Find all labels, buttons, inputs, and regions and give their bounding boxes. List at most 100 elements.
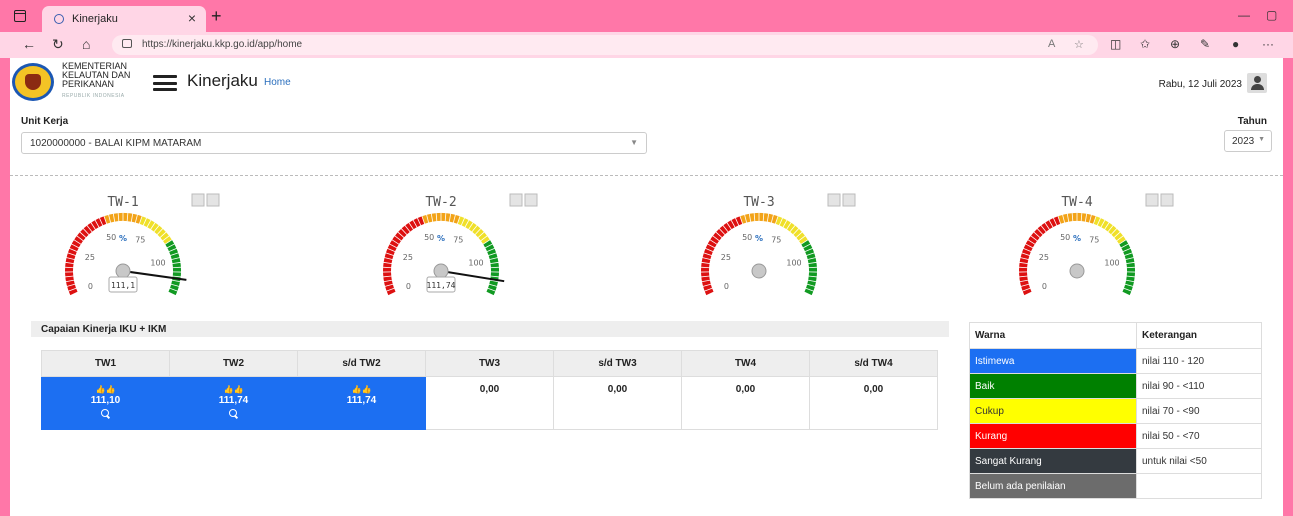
tab-title: Kinerjaku	[72, 13, 118, 25]
gauge-tick-label: 0	[406, 282, 411, 291]
gauge-tick-label: 50	[424, 233, 434, 242]
iku-value: 111,74	[218, 395, 249, 406]
back-icon[interactable]: ←	[22, 36, 36, 52]
iku-value: 0,00	[735, 384, 756, 395]
home-icon[interactable]: ⌂	[82, 36, 90, 52]
search-icon[interactable]	[101, 409, 110, 418]
profile-icon[interactable]: ●	[1232, 37, 1239, 51]
browser-tab[interactable]: Kinerjaku ×	[42, 6, 206, 32]
legend-description: untuk nilai <50	[1136, 448, 1262, 474]
color-legend-table: Warna Keterangan Istimewa nilai 110 - 120…	[969, 322, 1262, 499]
iku-cell: 0,00	[425, 376, 554, 430]
iku-column-header: TW1	[41, 350, 170, 377]
search-icon[interactable]	[229, 409, 238, 418]
download-icon	[1160, 193, 1174, 207]
print-icon	[509, 193, 523, 207]
iku-cell[interactable]: 👍👍 111,10	[41, 376, 170, 430]
gauge-tick-label: 75	[135, 235, 145, 244]
iku-value: 0,00	[607, 384, 628, 395]
gauge-tick-label: 50	[106, 233, 116, 242]
user-icon[interactable]	[1247, 73, 1267, 93]
gauge-tick-label: 100	[468, 259, 483, 268]
refresh-icon[interactable]: ↻	[52, 36, 64, 53]
gauge-pivot	[433, 263, 449, 279]
iku-value: 0,00	[479, 384, 500, 395]
gauge-tick-label: 75	[771, 235, 781, 244]
iku-column-header: s/d TW2	[297, 350, 426, 377]
legend-header-keterangan: Keterangan	[1136, 322, 1262, 349]
legend-color-swatch: Belum ada penilaian	[969, 473, 1137, 499]
print-icon	[827, 193, 841, 207]
gauge-unit: %	[755, 234, 763, 243]
iku-section-header: Capaian Kinerja IKU + IKM	[31, 321, 949, 337]
iku-cell: 0,00	[681, 376, 810, 430]
legend-color-swatch: Sangat Kurang	[969, 448, 1137, 474]
iku-value: 111,74	[346, 395, 377, 406]
gauge-tick-label: 0	[724, 282, 729, 291]
iku-cell: 0,00	[809, 376, 938, 430]
legend-description	[1136, 473, 1262, 499]
iku-cell: 👍👍 111,74	[297, 376, 426, 430]
legend-color-swatch: Istimewa	[969, 348, 1137, 374]
tahun-label: Tahun	[1237, 116, 1267, 127]
extensions-icon[interactable]: ✎	[1200, 37, 1210, 51]
legend-description: nilai 90 - <110	[1136, 373, 1262, 399]
restore-icon[interactable]: ▢	[1266, 8, 1277, 22]
tab-actions-icon[interactable]	[14, 10, 26, 22]
gauge-pivot	[115, 263, 131, 279]
iku-title: Capaian Kinerja IKU + IKM	[41, 324, 167, 335]
gauge-title: TW-2	[425, 195, 456, 210]
collections-icon[interactable]: ⊕	[1170, 37, 1180, 51]
unit-kerja-value: 1020000000 - BALAI KIPM MATARAM	[30, 138, 202, 149]
tahun-select[interactable]: 2023 ▼	[1224, 130, 1272, 152]
legend-description: nilai 110 - 120	[1136, 348, 1262, 374]
download-icon	[842, 193, 856, 207]
breadcrumb-home[interactable]: Home	[264, 77, 291, 88]
favorite-star-icon[interactable]: ☆	[1074, 38, 1084, 51]
new-tab-icon[interactable]: +	[211, 6, 222, 27]
iku-value: 0,00	[863, 384, 884, 395]
gauge-unit: %	[437, 234, 445, 243]
download-icon	[524, 193, 538, 207]
gauge-tick-label: 100	[1104, 259, 1119, 268]
unit-kerja-select[interactable]: 1020000000 - BALAI KIPM MATARAM ▼	[21, 132, 647, 154]
gauge-tick-label: 50	[1060, 233, 1070, 242]
more-icon[interactable]: ···	[1262, 37, 1274, 51]
section-divider	[10, 175, 1283, 176]
read-aloud-icon[interactable]: A	[1048, 38, 1055, 50]
minimize-icon[interactable]: —	[1238, 8, 1250, 22]
org-name: KEMENTERIAN KELAUTAN DAN PERIKANAN	[62, 61, 131, 89]
favorites-icon[interactable]: ✩	[1140, 37, 1150, 51]
current-date: Rabu, 12 Juli 2023	[1158, 79, 1242, 90]
gauge-pivot	[1069, 263, 1085, 279]
menu-toggle-icon[interactable]	[153, 75, 177, 91]
iku-cell[interactable]: 👍👍 111,74	[169, 376, 298, 430]
gauge-title: TW-3	[743, 195, 774, 210]
gauge-tick-label: 25	[721, 253, 731, 262]
browser-toolbar: ← ↻ ⌂ https://kinerjaku.kkp.go.id/app/ho…	[0, 32, 1293, 58]
iku-column-header: TW3	[425, 350, 554, 377]
legend-row: Baik nilai 90 - <110	[969, 373, 1262, 399]
iku-cell: 0,00	[553, 376, 682, 430]
browser-tab-bar: Kinerjaku × + — ▢	[0, 0, 1293, 32]
iku-column-header: TW4	[681, 350, 810, 377]
legend-color-swatch: Baik	[969, 373, 1137, 399]
gauge-readout: 111,74	[427, 281, 456, 290]
legend-row: Sangat Kurang untuk nilai <50	[969, 448, 1262, 474]
gauge-title: TW-1	[107, 195, 138, 210]
gauge-readout: 111,1	[111, 281, 135, 290]
thumbs-up-icon: 👍👍	[351, 385, 372, 394]
legend-row: Belum ada penilaian	[969, 473, 1262, 499]
iku-column-header: TW2	[169, 350, 298, 377]
gauge-tick-label: 75	[1089, 235, 1099, 244]
thumbs-up-icon: 👍👍	[95, 385, 116, 394]
close-tab-icon[interactable]: ×	[188, 10, 196, 26]
legend-color-swatch: Kurang	[969, 423, 1137, 449]
thumbs-up-icon: 👍👍	[223, 385, 244, 394]
address-bar[interactable]: https://kinerjaku.kkp.go.id/app/home A ☆	[112, 35, 1098, 55]
split-screen-icon[interactable]: ◫	[1110, 37, 1121, 51]
gauge-unit: %	[1073, 234, 1081, 243]
legend-description: nilai 50 - <70	[1136, 423, 1262, 449]
org-subtitle: REPUBLIK INDONESIA	[62, 93, 125, 99]
download-icon	[206, 193, 220, 207]
